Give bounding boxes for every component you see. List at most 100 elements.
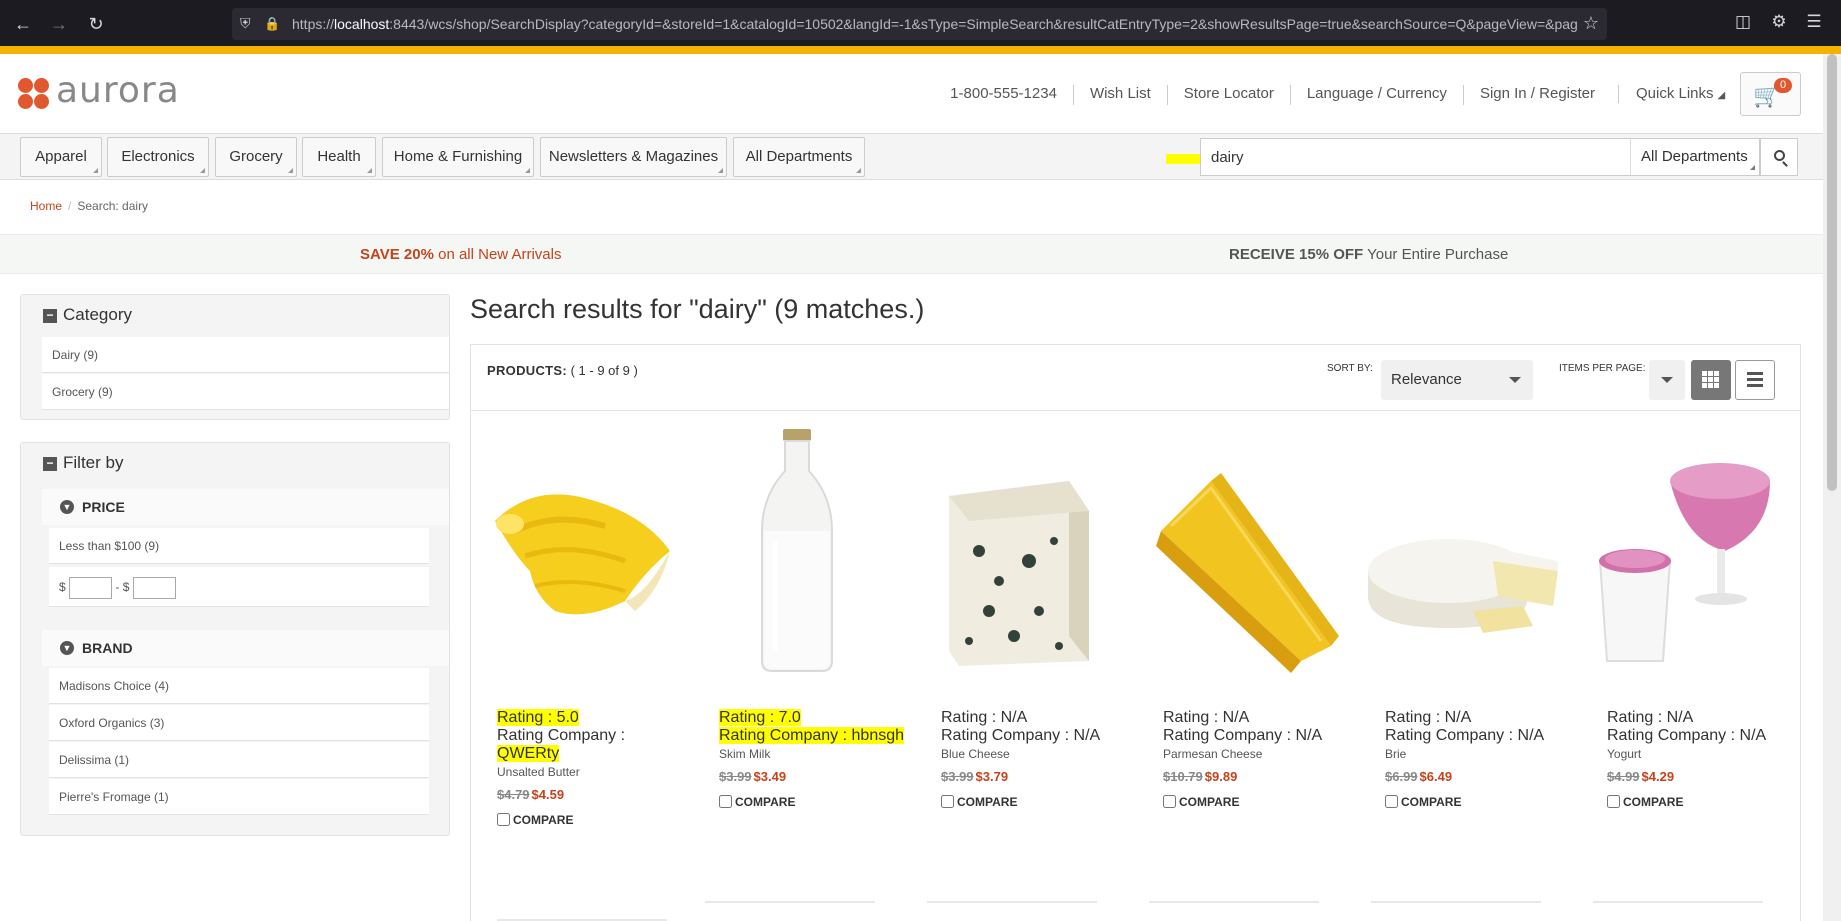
search-button[interactable] (1760, 138, 1798, 176)
compare-input[interactable] (1163, 795, 1176, 808)
pocket-icon[interactable]: ◫ (1732, 12, 1754, 32)
product-card-yogurt[interactable]: Rating : N/A Rating Company : N/A Yogurt… (1585, 421, 1785, 921)
store-logo[interactable]: aurora (18, 70, 188, 111)
product-rating: Rating : 7.0 (719, 709, 801, 726)
list-view-button[interactable] (1735, 360, 1775, 400)
address-bar[interactable]: ⛨ 🔒 https://localhost:8443/wcs/shop/Sear… (232, 8, 1607, 40)
back-icon[interactable]: ← (12, 14, 34, 34)
cart-count-badge: 0 (1774, 78, 1792, 93)
compare-checkbox[interactable]: COMPARE (941, 795, 1017, 809)
sort-select[interactable]: Relevance (1381, 360, 1533, 400)
compare-checkbox[interactable]: COMPARE (497, 813, 573, 827)
language-currency-link[interactable]: Language / Currency (1289, 85, 1463, 105)
promo-entire-purchase[interactable]: RECEIVE 15% OFF Your Entire Purchase (1229, 246, 1508, 263)
product-rating: Rating : 5.0 (497, 709, 579, 726)
compare-input[interactable] (1385, 795, 1398, 808)
search-input[interactable] (1201, 139, 1631, 175)
product-price: $4.99 $4.29 (1607, 769, 1675, 784)
product-name[interactable]: Parmesan Cheese (1163, 747, 1262, 761)
compare-input[interactable] (1607, 795, 1620, 808)
compare-input[interactable] (719, 795, 732, 808)
dept-apparel[interactable]: Apparel (20, 137, 102, 177)
grid-view-button[interactable] (1691, 360, 1731, 400)
search-department-select[interactable]: All Departments (1630, 138, 1760, 176)
category-dairy[interactable]: Dairy (9) (42, 337, 449, 373)
product-name[interactable]: Yogurt (1607, 747, 1641, 761)
product-rating-company: Rating Company : N/A (1385, 727, 1545, 744)
collapse-icon[interactable]: − (43, 309, 57, 323)
brand-madisons-choice[interactable]: Madisons Choice (4) (49, 668, 429, 704)
price-facet-header[interactable]: ▼ PRICE (42, 489, 449, 525)
brand-facet-header[interactable]: ▼ BRAND (42, 630, 449, 666)
dept-electronics[interactable]: Electronics (107, 137, 209, 177)
mini-cart-button[interactable]: 🛒 0 (1740, 72, 1801, 116)
compare-input[interactable] (497, 813, 510, 826)
dept-grocery[interactable]: Grocery (215, 137, 297, 177)
lock-icon[interactable]: 🔒 (264, 16, 280, 31)
product-card-blue-cheese[interactable]: Rating : N/A Rating Company : N/A Blue C… (919, 421, 1119, 921)
dept-all[interactable]: All Departments (733, 137, 865, 177)
filter-title[interactable]: − Filter by (43, 453, 123, 473)
price-less-than-100[interactable]: Less than $100 (9) (49, 528, 429, 564)
breadcrumb-home[interactable]: Home (30, 199, 62, 213)
menu-icon[interactable]: ☰ (1803, 12, 1825, 32)
price-min-input[interactable] (69, 576, 113, 599)
logo-text: aurora (56, 70, 180, 111)
category-grocery[interactable]: Grocery (9) (42, 374, 449, 410)
product-card-butter[interactable]: Rating : 5.0 Rating Company : QWERty Uns… (475, 421, 675, 921)
brand-oxford-organics[interactable]: Oxford Organics (3) (49, 705, 429, 741)
compare-checkbox[interactable]: COMPARE (1163, 795, 1239, 809)
card-divider (927, 901, 1097, 903)
search-box (1200, 138, 1634, 176)
dept-home-furnishing[interactable]: Home & Furnishing (382, 137, 534, 177)
product-card-parmesan[interactable]: Rating : N/A Rating Company : N/A Parmes… (1141, 421, 1341, 921)
product-price: $3.99 $3.49 (719, 769, 787, 784)
product-name[interactable]: Brie (1385, 747, 1406, 761)
shield-icon[interactable]: ⛨ (240, 15, 254, 33)
promo-new-arrivals[interactable]: SAVE 20% on all New Arrivals (360, 246, 561, 263)
category-title[interactable]: − Category (43, 305, 132, 325)
compare-checkbox[interactable]: COMPARE (1607, 795, 1683, 809)
store-locator-link[interactable]: Store Locator (1166, 85, 1290, 105)
dept-health[interactable]: Health (302, 137, 376, 177)
compare-checkbox[interactable]: COMPARE (719, 795, 795, 809)
items-per-page-select[interactable] (1649, 360, 1685, 400)
brand-pierres-fromage[interactable]: Pierre's Fromage (1) (49, 779, 429, 815)
phone-link[interactable]: 1-800-555-1234 (934, 85, 1073, 105)
chevron-down-icon (1661, 377, 1673, 383)
url-text[interactable]: https://localhost:8443/wcs/shop/SearchDi… (292, 16, 1582, 32)
bookmark-star-icon[interactable]: ☆ (1583, 13, 1599, 34)
blue-cheese-image[interactable] (919, 421, 1119, 681)
parmesan-cheese-image[interactable] (1141, 421, 1341, 681)
sign-in-link[interactable]: Sign In / Register (1462, 85, 1611, 105)
brie-image[interactable] (1363, 421, 1563, 681)
promo-banner: SAVE 20% on all New Arrivals RECEIVE 15%… (0, 234, 1823, 274)
reload-icon[interactable]: ↻ (85, 14, 107, 34)
product-name[interactable]: Blue Cheese (941, 747, 1010, 761)
product-name[interactable]: Skim Milk (719, 747, 770, 761)
collapse-icon[interactable]: − (43, 457, 57, 471)
product-price: $4.79 $4.59 (497, 787, 565, 802)
compare-input[interactable] (941, 795, 954, 808)
product-price: $10.79 $9.89 (1163, 769, 1238, 784)
breadcrumb-current: Search: dairy (77, 199, 149, 213)
forward-icon[interactable]: → (48, 14, 70, 34)
price-max-input[interactable] (132, 576, 176, 599)
scrollbar-thumb[interactable] (1827, 54, 1837, 491)
header-links: 1-800-555-1234 Wish List Store Locator L… (934, 85, 1611, 105)
price-to-label: - $ (115, 580, 130, 594)
product-name[interactable]: Unsalted Butter (497, 765, 580, 779)
extensions-icon[interactable]: ⚙ (1768, 12, 1790, 32)
butter-image[interactable] (475, 421, 675, 681)
yogurt-image[interactable] (1585, 421, 1785, 681)
brand-delissima[interactable]: Delissima (1) (49, 742, 429, 778)
quick-links-menu[interactable]: Quick Links ◢ (1636, 85, 1725, 102)
dept-newsletters[interactable]: Newsletters & Magazines (540, 137, 727, 177)
product-card-brie[interactable]: Rating : N/A Rating Company : N/A Brie $… (1363, 421, 1563, 921)
wish-list-link[interactable]: Wish List (1072, 85, 1167, 105)
product-card-skim-milk[interactable]: Rating : 7.0 Rating Company : hbnsgh Ski… (697, 421, 905, 921)
skim-milk-image[interactable] (697, 421, 897, 681)
page-scrollbar[interactable] (1823, 54, 1841, 921)
clover-icon (18, 78, 50, 110)
compare-checkbox[interactable]: COMPARE (1385, 795, 1461, 809)
